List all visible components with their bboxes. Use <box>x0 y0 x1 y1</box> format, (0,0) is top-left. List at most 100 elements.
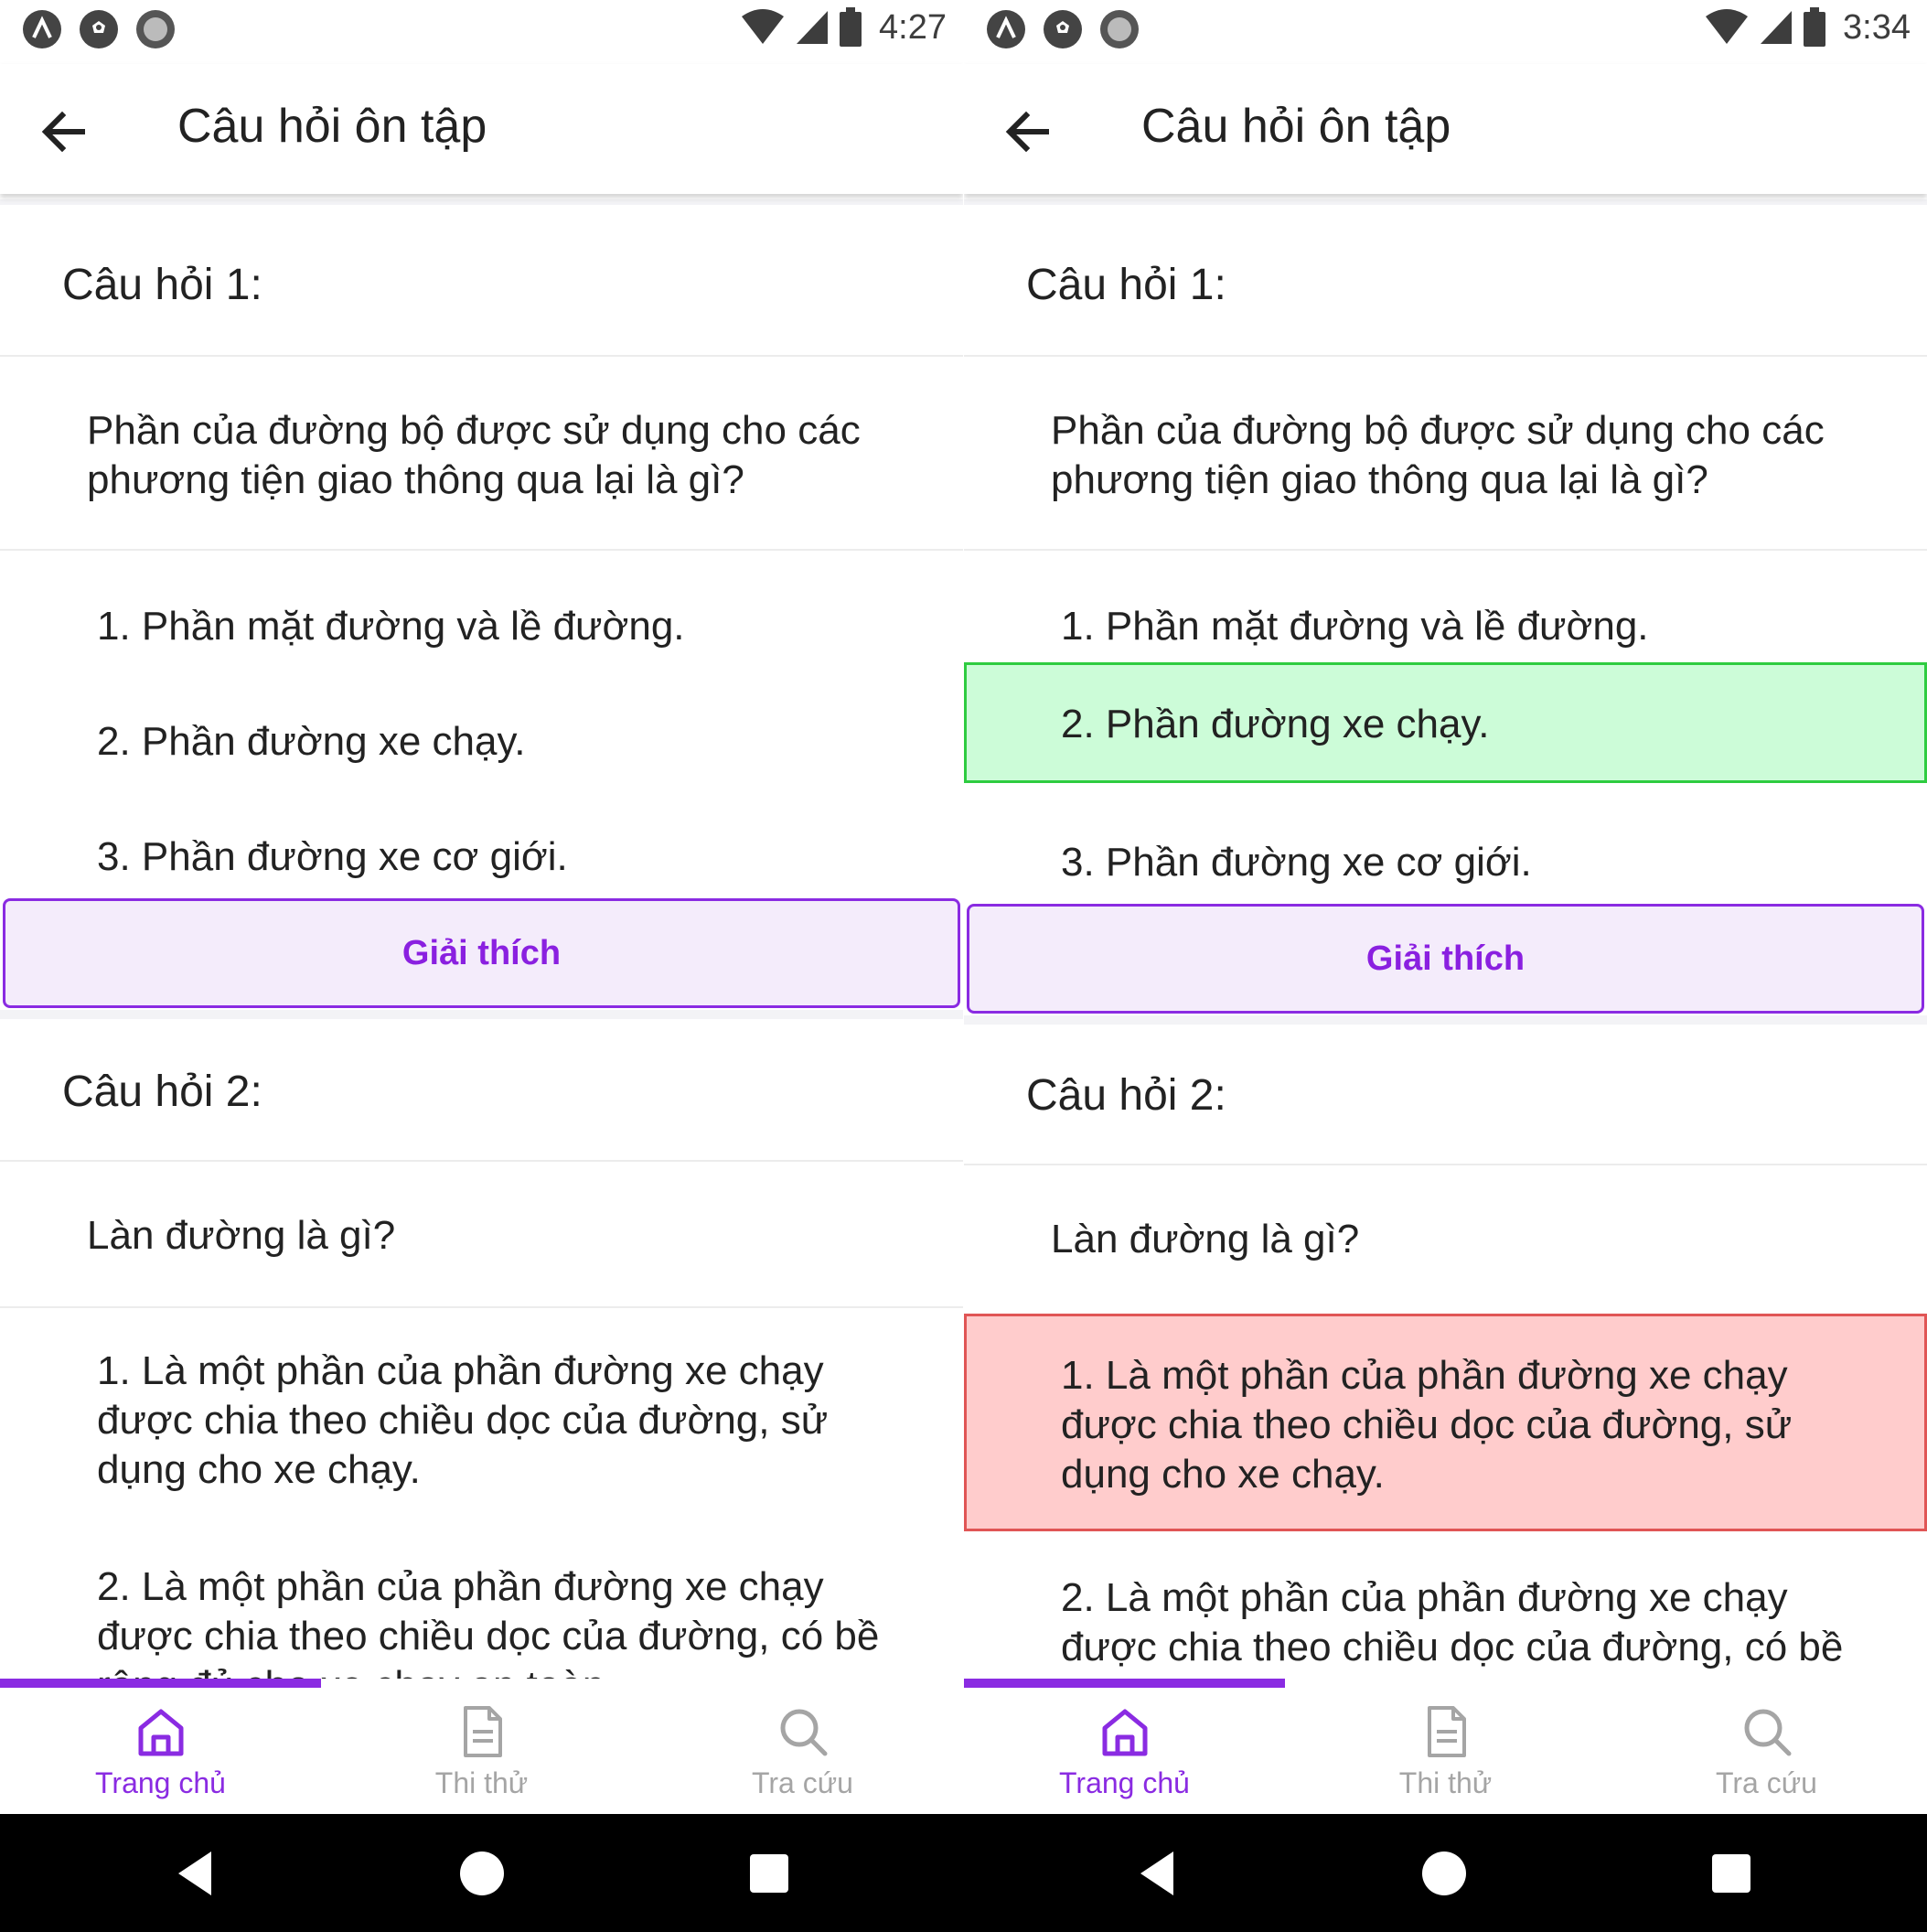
status-time: 3:34 <box>1843 7 1911 47</box>
home-icon <box>138 1709 183 1756</box>
back-button[interactable] <box>37 104 91 159</box>
cell-signal-icon <box>1759 9 1793 46</box>
answer-option-1-wrong[interactable]: 1. Là một phần của phần đường xe chạy đư… <box>964 1314 1927 1531</box>
arrow-left-icon <box>1005 111 1049 153</box>
active-tab-indicator <box>964 1679 1285 1688</box>
app-logo-icon <box>986 9 1026 49</box>
page-title: Câu hỏi ôn tập <box>1141 100 1451 153</box>
question-text: Làn đường là gì? <box>1051 1217 1360 1261</box>
tab-home[interactable]: Trang chủ <box>964 1688 1285 1814</box>
status-time: 4:27 <box>879 7 947 47</box>
question-text: Phần của đường bộ được sử dụng cho các p… <box>87 408 861 502</box>
answer-text: 2. Là một phần của phần đường xe chạy đư… <box>1061 1575 1844 1683</box>
app-bar: Câu hỏi ôn tập <box>0 64 963 194</box>
arrow-left-icon <box>41 111 85 153</box>
home-circle-icon <box>460 1852 504 1895</box>
tab-home[interactable]: Trang chủ <box>0 1688 321 1814</box>
question-header: Câu hỏi 2: <box>62 1068 262 1116</box>
tab-label: Tra cứu <box>752 1766 853 1799</box>
tab-lookup[interactable]: Tra cứu <box>642 1688 963 1814</box>
question-header: Câu hỏi 2: <box>1026 1071 1226 1120</box>
app-bar: Câu hỏi ôn tập <box>964 64 1927 194</box>
status-bar: 4:27 <box>0 0 963 60</box>
divider <box>0 549 963 551</box>
answer-option-2[interactable]: 2. Phần đường xe chạy. <box>0 686 963 798</box>
question-header: Câu hỏi 1: <box>1026 261 1226 309</box>
question-header: Câu hỏi 1: <box>62 261 262 309</box>
answer-text: 2. Phần đường xe chạy. <box>97 719 526 764</box>
tab-practice-test[interactable]: Thi thử <box>321 1688 642 1814</box>
answer-option-2[interactable]: 2. Là một phần của phần đường xe chạy đư… <box>0 1528 963 1683</box>
answer-text: 1. Là một phần của phần đường xe chạy đư… <box>1061 1353 1793 1497</box>
tab-practice-test[interactable]: Thi thử <box>1285 1688 1606 1814</box>
recents-square-icon <box>1712 1854 1750 1893</box>
tab-label: Tra cứu <box>1716 1766 1817 1799</box>
tab-lookup[interactable]: Tra cứu <box>1606 1688 1927 1814</box>
answer-text: 3. Phần đường xe cơ giới. <box>1061 840 1532 885</box>
nav-recents-button[interactable] <box>1699 1841 1763 1905</box>
answer-text: 1. Phần mặt đường và lề đường. <box>97 604 685 649</box>
search-icon <box>780 1709 827 1756</box>
bottom-tab-bar: Trang chủ Thi thử Tra cứu <box>0 1679 963 1814</box>
search-icon <box>1744 1709 1791 1756</box>
nav-back-button[interactable] <box>165 1841 229 1905</box>
page-title: Câu hỏi ôn tập <box>177 100 487 153</box>
document-icon <box>463 1706 502 1757</box>
divider <box>0 1160 963 1162</box>
answer-option-3[interactable]: 3. Phần đường xe cơ giới. <box>964 790 1927 902</box>
divider <box>0 355 963 357</box>
battery-icon <box>1803 7 1826 48</box>
answer-option-2[interactable]: 2. Là một phần của phần đường xe chạy đư… <box>964 1539 1927 1683</box>
bottom-tab-bar: Trang chủ Thi thử Tra cứu <box>964 1679 1927 1814</box>
back-button[interactable] <box>1001 104 1055 159</box>
wifi-icon <box>1704 9 1750 46</box>
explain-button[interactable]: Giải thích <box>3 898 960 1008</box>
system-navigation-bar <box>0 1814 1927 1932</box>
question-card-2: Câu hỏi 2: Làn đường là gì? 1. Là một ph… <box>964 1025 1927 1683</box>
explain-button[interactable]: Giải thích <box>967 904 1924 1014</box>
question-list[interactable]: Câu hỏi 1: Phần của đường bộ được sử dụn… <box>964 199 1927 1683</box>
tab-label: Thi thử <box>1398 1766 1493 1799</box>
answer-text: 1. Là một phần của phần đường xe chạy đư… <box>97 1348 829 1492</box>
circle-record-icon <box>135 9 176 49</box>
tab-label: Trang chủ <box>1059 1766 1190 1799</box>
back-triangle-icon <box>178 1852 211 1895</box>
active-tab-indicator <box>0 1679 321 1688</box>
tab-label: Thi thử <box>434 1766 529 1799</box>
recents-square-icon <box>750 1854 788 1893</box>
answer-option-1[interactable]: 1. Phần mặt đường và lề đường. <box>0 571 963 681</box>
home-icon <box>1102 1709 1147 1756</box>
question-list[interactable]: Câu hỏi 1: Phần của đường bộ được sử dụn… <box>0 199 963 1683</box>
wifi-icon <box>740 9 786 46</box>
app-logo-icon <box>22 9 62 49</box>
divider <box>0 1306 963 1308</box>
divider <box>964 549 1927 551</box>
nav-home-button[interactable] <box>1412 1841 1476 1905</box>
question-card-2: Câu hỏi 2: Làn đường là gì? 1. Là một ph… <box>0 1019 963 1683</box>
question-card-1: Câu hỏi 1: Phần của đường bộ được sử dụn… <box>0 205 963 1010</box>
tab-label: Trang chủ <box>95 1766 226 1799</box>
question-card-1: Câu hỏi 1: Phần của đường bộ được sử dụn… <box>964 205 1927 1015</box>
cell-signal-icon <box>795 9 830 46</box>
answer-text: 3. Phần đường xe cơ giới. <box>97 834 568 879</box>
answer-option-1[interactable]: 1. Là một phần của phần đường xe chạy đư… <box>0 1312 963 1524</box>
nav-home-button[interactable] <box>450 1841 514 1905</box>
question-text: Làn đường là gì? <box>87 1213 396 1258</box>
circle-record-icon <box>1099 9 1140 49</box>
home-circle-icon <box>1422 1852 1466 1895</box>
answer-text: 2. Phần đường xe chạy. <box>1061 702 1490 746</box>
phone-screen-right: 3:34 Câu hỏi ôn tập Câu hỏi 1: Phần của … <box>964 0 1927 1814</box>
answer-text: 2. Là một phần của phần đường xe chạy đư… <box>97 1564 880 1683</box>
answer-option-3[interactable]: 3. Phần đường xe cơ giới. <box>0 801 963 913</box>
soccer-ball-icon <box>79 9 119 49</box>
status-bar: 3:34 <box>964 0 1927 60</box>
answer-text: 1. Phần mặt đường và lề đường. <box>1061 604 1649 649</box>
phone-screen-left: 4:27 Câu hỏi ôn tập Câu hỏi 1: Phần của … <box>0 0 963 1814</box>
divider <box>964 1164 1927 1165</box>
divider <box>964 355 1927 357</box>
document-icon <box>1427 1706 1466 1757</box>
question-text: Phần của đường bộ được sử dụng cho các p… <box>1051 408 1825 502</box>
answer-option-2-correct[interactable]: 2. Phần đường xe chạy. <box>964 662 1927 783</box>
nav-back-button[interactable] <box>1127 1841 1191 1905</box>
nav-recents-button[interactable] <box>737 1841 801 1905</box>
